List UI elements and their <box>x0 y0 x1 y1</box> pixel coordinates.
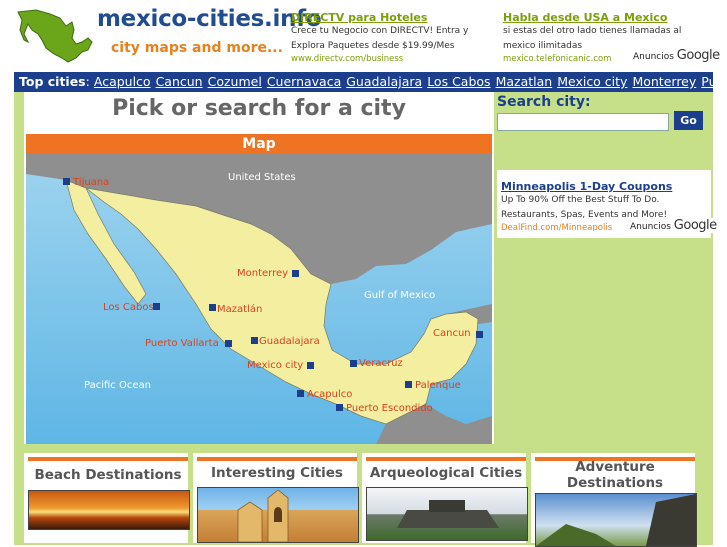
page-title: Pick or search for a city <box>112 96 406 121</box>
destination-card-adventure[interactable]: Adventure Destinations <box>531 453 697 547</box>
ruins-image[interactable] <box>366 487 528 541</box>
beach-sunset-image[interactable] <box>28 490 190 530</box>
logo-tagline: city maps and more... <box>111 40 283 56</box>
map-city-puerto-escondido[interactable]: Puerto Escondido <box>336 403 433 414</box>
card-accent <box>28 457 188 461</box>
google-brand: Google <box>673 218 717 233</box>
destination-card-cities[interactable]: Interesting Cities <box>193 453 359 543</box>
svg-text:Acapulco: Acapulco <box>307 389 352 400</box>
nav-city-mazatlan[interactable]: Mazatlan <box>496 72 553 92</box>
svg-text:Monterrey: Monterrey <box>237 268 288 279</box>
svg-text:Palenque: Palenque <box>415 380 461 391</box>
destination-title[interactable]: Beach Destinations <box>24 467 192 483</box>
ad-title[interactable]: DIRECTV para Hoteles <box>291 11 487 24</box>
climber-image[interactable] <box>535 493 697 547</box>
nav-separator: : <box>85 74 90 89</box>
svg-text:Guadalajara: Guadalajara <box>259 336 320 347</box>
top-cities-nav: Top cities: Acapulco Cancun Cozumel Cuernava… <box>14 72 713 92</box>
svg-text:Puerto Escondido: Puerto Escondido <box>346 403 433 414</box>
header-ad-1[interactable]: DIRECTV para Hoteles Crece tu Negocio co… <box>291 11 487 64</box>
map-label-gulf: Gulf of Mexico <box>364 290 435 301</box>
svg-text:Los Cabos: Los Cabos <box>103 302 154 313</box>
ads-by-label: Anuncios <box>630 222 671 232</box>
destination-card-arqueological[interactable]: Arqueological Cities <box>362 453 528 543</box>
svg-text:Veracruz: Veracruz <box>359 358 403 369</box>
search-label: Search city: <box>497 94 591 110</box>
ad-body: Crece tu Negocio con DIRECTV! Entra y Ex… <box>291 26 469 51</box>
ad-title[interactable]: Habla desde USA a Mexico <box>503 11 708 24</box>
nav-city-monterrey[interactable]: Monterrey <box>632 72 696 92</box>
svg-text:Puerto Vallarta: Puerto Vallarta <box>145 338 219 349</box>
svg-text:Mazatlán: Mazatlán <box>217 303 262 315</box>
svg-text:Mexico city: Mexico city <box>247 360 303 371</box>
nav-city-mexico-city[interactable]: Mexico city <box>557 72 627 92</box>
nav-label: Top cities <box>19 74 86 89</box>
mexico-logo-icon[interactable] <box>16 8 94 64</box>
svg-text:Cancun: Cancun <box>433 328 471 339</box>
nav-city-cozumel[interactable]: Cozumel <box>208 72 262 92</box>
card-accent <box>197 457 357 461</box>
church-image[interactable] <box>197 487 359 543</box>
map-city-mazatlan[interactable]: Mazatlán <box>209 303 262 315</box>
nav-city-guadalajara[interactable]: Guadalajara <box>346 72 422 92</box>
nav-city-puerto-vallarta[interactable]: Puerto Vallarta <box>701 72 713 92</box>
ad-title[interactable]: Minneapolis 1-Day Coupons <box>501 180 711 193</box>
map-city-los-cabos[interactable]: Los Cabos <box>103 302 160 313</box>
logo-title[interactable]: mexico-cities.info <box>97 6 322 32</box>
nav-city-cuernavaca[interactable]: Cuernavaca <box>267 72 341 92</box>
ads-by-label: Anuncios <box>633 52 674 62</box>
nav-city-los-cabos[interactable]: Los Cabos <box>427 72 490 92</box>
mexico-map[interactable]: United States Gulf of Mexico Pacific Oce… <box>26 154 492 444</box>
destination-title[interactable]: Adventure Destinations <box>531 459 699 491</box>
destination-title[interactable]: Interesting Cities <box>193 465 361 481</box>
map-header: Map <box>26 134 492 154</box>
destination-card-beach[interactable]: Beach Destinations <box>24 453 190 543</box>
ads-by-google[interactable]: Anuncios Google <box>628 218 719 233</box>
map-label-united-states: United States <box>228 172 296 183</box>
google-brand: Google <box>676 48 720 63</box>
map-city-guadalajara[interactable]: Guadalajara <box>251 336 320 347</box>
search-input[interactable] <box>497 113 669 131</box>
go-button[interactable]: Go <box>674 111 703 130</box>
nav-city-cancun[interactable]: Cancun <box>156 72 203 92</box>
ad-url[interactable]: www.directv.com/business <box>291 54 487 64</box>
ads-by-google[interactable]: Anuncios Google <box>631 48 722 63</box>
destination-title[interactable]: Arqueological Cities <box>362 465 530 481</box>
svg-text:Tijuana: Tijuana <box>72 177 109 188</box>
nav-city-acapulco[interactable]: Acapulco <box>94 72 151 92</box>
card-accent <box>366 457 526 461</box>
map-label-ocean: Pacific Ocean <box>84 380 151 391</box>
